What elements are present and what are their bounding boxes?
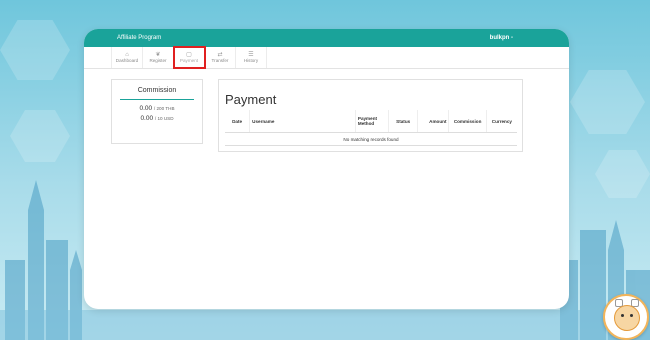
column-header-date[interactable]: Date — [225, 110, 251, 133]
column-header-status[interactable]: Status — [388, 110, 419, 133]
column-header-amount[interactable]: Amount — [417, 110, 450, 133]
tab-transfer[interactable]: ⇄ Transfer — [205, 47, 236, 68]
tab-history[interactable]: ☰ History — [236, 47, 267, 68]
mascot-logo — [603, 294, 649, 340]
commission-thb-limit: / 200 THB — [153, 106, 175, 111]
tab-bar: ⌂ Dashboard ❦ Register ▢ Payment ⇄ Trans… — [84, 46, 569, 69]
divider — [120, 99, 194, 100]
tab-label: Payment — [179, 58, 199, 63]
commission-usd-value: 0.00 — [140, 115, 154, 122]
eye-shape — [621, 314, 624, 317]
commission-panel: Commission 0.00 / 200 THB 0.00 / 10 USD — [111, 79, 203, 144]
commission-thb: 0.00 / 200 THB — [112, 105, 202, 112]
commission-thb-value: 0.00 — [139, 105, 153, 112]
mascot-face — [614, 305, 640, 331]
payment-panel: Payment Date Username Payment Method Sta… — [218, 79, 523, 152]
empty-state-text: No matching records found — [225, 132, 517, 146]
table-row: No matching records found — [225, 132, 517, 146]
user-menu[interactable]: bulkpn - — [490, 35, 513, 41]
column-header-commission[interactable]: Commission — [448, 110, 487, 133]
payment-table: Date Username Payment Method Status Amou… — [225, 110, 517, 146]
tab-label: Transfer — [211, 58, 229, 63]
background-hexagon — [0, 20, 70, 80]
tab-register[interactable]: ❦ Register — [143, 47, 174, 68]
main-panel: Affiliate Program bulkpn - ⌂ Dashboard ❦… — [84, 29, 569, 309]
column-header-payment-method[interactable]: Payment Method — [355, 110, 390, 133]
tab-payment[interactable]: ▢ Payment — [173, 46, 206, 69]
top-bar: Affiliate Program bulkpn - — [84, 29, 569, 47]
commission-title: Commission — [137, 87, 177, 94]
commission-usd-limit: / 10 USD — [154, 116, 174, 121]
commission-usd: 0.00 / 10 USD — [112, 115, 202, 122]
column-header-currency[interactable]: Currency — [486, 110, 517, 133]
background-hexagon — [570, 70, 645, 134]
tab-label: History — [243, 58, 259, 63]
table-header-row: Date Username Payment Method Status Amou… — [225, 110, 517, 133]
tab-label: Register — [149, 58, 167, 63]
tab-label: Dashboard — [115, 58, 139, 63]
app-title: Affiliate Program — [117, 35, 162, 41]
tab-dashboard[interactable]: ⌂ Dashboard — [111, 47, 143, 68]
column-header-username[interactable]: Username — [249, 110, 356, 133]
page-title: Payment — [225, 92, 277, 107]
eye-shape — [630, 314, 633, 317]
